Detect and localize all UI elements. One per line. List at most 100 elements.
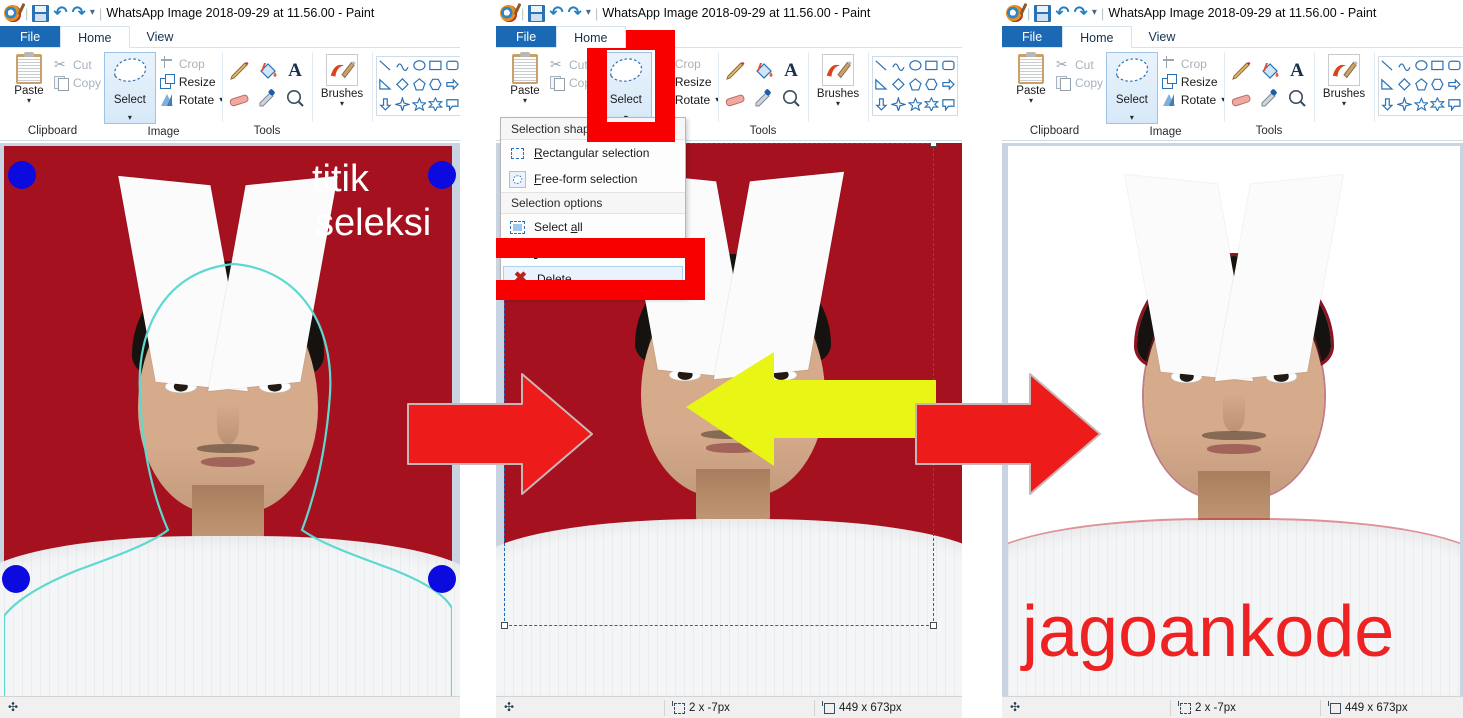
chevron-down-icon[interactable]: ▾ bbox=[27, 97, 31, 105]
right-arrow-shape[interactable] bbox=[940, 76, 957, 95]
diamond-shape[interactable] bbox=[890, 76, 907, 95]
chevron-down-icon[interactable]: ▾ bbox=[1130, 114, 1134, 122]
chevron-down-icon[interactable]: ▾ bbox=[1092, 5, 1097, 21]
tab-home[interactable]: Home bbox=[60, 26, 130, 48]
fill-with-color-icon[interactable] bbox=[254, 58, 280, 84]
triangle-shape[interactable] bbox=[377, 76, 394, 95]
menu-item-free-form-selection[interactable]: Free-form selection bbox=[501, 166, 685, 192]
rectangle-shape[interactable] bbox=[923, 57, 940, 76]
curve-shape[interactable] bbox=[890, 57, 907, 76]
selection-point-marker[interactable] bbox=[428, 565, 456, 593]
selection-point-marker[interactable] bbox=[428, 161, 456, 189]
cut-button[interactable]: ✂ Cut bbox=[1056, 57, 1103, 72]
pentagon-shape[interactable] bbox=[1413, 76, 1430, 95]
cut-button[interactable]: ✂ Cut bbox=[54, 57, 101, 72]
selection-point-marker[interactable] bbox=[2, 565, 30, 593]
tab-home[interactable]: Home bbox=[556, 26, 626, 48]
brushes-button[interactable]: Brushes ▾ bbox=[1318, 52, 1370, 108]
text-icon[interactable]: A bbox=[282, 58, 308, 84]
rectangle-shape[interactable] bbox=[1429, 57, 1446, 76]
right-arrow-shape[interactable] bbox=[444, 76, 460, 95]
eraser-icon[interactable] bbox=[1228, 86, 1254, 112]
triangle-shape[interactable] bbox=[1379, 76, 1396, 95]
undo-icon[interactable]: ↶ bbox=[549, 5, 563, 22]
callout-shape[interactable] bbox=[940, 96, 957, 115]
curve-shape[interactable] bbox=[1396, 57, 1413, 76]
line-shape[interactable] bbox=[873, 57, 890, 76]
fill-with-color-icon[interactable] bbox=[750, 58, 776, 84]
diamond-shape[interactable] bbox=[394, 76, 411, 95]
down-arrow-shape[interactable] bbox=[873, 96, 890, 115]
rotate-button[interactable]: Rotate ▾ bbox=[160, 92, 223, 107]
eraser-icon[interactable] bbox=[722, 86, 748, 112]
oval-shape[interactable] bbox=[1413, 57, 1430, 76]
magnifier-icon[interactable] bbox=[1284, 86, 1310, 112]
text-icon[interactable]: A bbox=[778, 58, 804, 84]
selection-handle[interactable] bbox=[930, 143, 937, 147]
tab-view[interactable]: View bbox=[130, 26, 191, 48]
tab-home[interactable]: Home bbox=[1062, 26, 1132, 48]
four-point-star-shape[interactable] bbox=[1396, 96, 1413, 115]
fill-with-color-icon[interactable] bbox=[1256, 58, 1282, 84]
select-button[interactable]: Select ▾ bbox=[1105, 52, 1158, 124]
hexagon-shape[interactable] bbox=[427, 76, 444, 95]
redo-icon[interactable]: ↷ bbox=[568, 5, 582, 22]
pencil-icon[interactable] bbox=[1228, 58, 1254, 84]
select-button[interactable]: Select ▾ bbox=[103, 52, 156, 124]
right-arrow-shape[interactable] bbox=[1446, 76, 1463, 95]
chevron-down-icon[interactable]: ▾ bbox=[128, 114, 132, 122]
color-picker-icon[interactable] bbox=[750, 86, 776, 112]
paste-button[interactable]: Paste ▾ bbox=[4, 52, 54, 105]
curve-shape[interactable] bbox=[394, 57, 411, 76]
rectangle-shape[interactable] bbox=[427, 57, 444, 76]
pencil-icon[interactable] bbox=[226, 58, 252, 84]
chevron-down-icon[interactable]: ▾ bbox=[90, 5, 95, 21]
paste-button[interactable]: Paste ▾ bbox=[1006, 52, 1056, 105]
tab-file[interactable]: File bbox=[0, 26, 61, 48]
diamond-shape[interactable] bbox=[1396, 76, 1413, 95]
brushes-button[interactable]: Brushes ▾ bbox=[812, 52, 864, 108]
save-icon[interactable] bbox=[1034, 4, 1052, 22]
text-icon[interactable]: A bbox=[1284, 58, 1310, 84]
pencil-icon[interactable] bbox=[722, 58, 748, 84]
six-point-star-shape[interactable] bbox=[923, 96, 940, 115]
tab-file[interactable]: File bbox=[496, 26, 557, 48]
five-point-star-shape[interactable] bbox=[1413, 96, 1430, 115]
color-picker-icon[interactable] bbox=[1256, 86, 1282, 112]
four-point-star-shape[interactable] bbox=[394, 96, 411, 115]
down-arrow-shape[interactable] bbox=[1379, 96, 1396, 115]
redo-icon[interactable]: ↷ bbox=[72, 5, 86, 22]
six-point-star-shape[interactable] bbox=[427, 96, 444, 115]
shapes-gallery[interactable] bbox=[1378, 56, 1463, 116]
eraser-icon[interactable] bbox=[226, 86, 252, 112]
resize-button[interactable]: Resize bbox=[159, 74, 223, 89]
magnifier-icon[interactable] bbox=[282, 86, 308, 112]
pentagon-shape[interactable] bbox=[907, 76, 924, 95]
tab-file[interactable]: File bbox=[1002, 26, 1063, 48]
shapes-gallery[interactable] bbox=[872, 56, 959, 116]
brushes-button[interactable]: Brushes ▾ bbox=[316, 52, 368, 108]
paste-button[interactable]: Paste ▾ bbox=[500, 52, 550, 105]
chevron-down-icon[interactable]: ▾ bbox=[340, 100, 344, 108]
line-shape[interactable] bbox=[377, 57, 394, 76]
callout-shape[interactable] bbox=[444, 96, 460, 115]
hexagon-shape[interactable] bbox=[1429, 76, 1446, 95]
line-shape[interactable] bbox=[1379, 57, 1396, 76]
pentagon-shape[interactable] bbox=[411, 76, 428, 95]
four-point-star-shape[interactable] bbox=[890, 96, 907, 115]
undo-icon[interactable]: ↶ bbox=[53, 5, 67, 22]
copy-button[interactable]: Copy bbox=[54, 75, 101, 91]
chevron-down-icon[interactable]: ▾ bbox=[836, 100, 840, 108]
menu-item-select-all[interactable]: Select all bbox=[501, 214, 685, 240]
chevron-down-icon[interactable]: ▾ bbox=[586, 5, 591, 21]
oval-shape[interactable] bbox=[411, 57, 428, 76]
triangle-shape[interactable] bbox=[873, 76, 890, 95]
selection-handle[interactable] bbox=[930, 622, 937, 629]
five-point-star-shape[interactable] bbox=[907, 96, 924, 115]
callout-shape[interactable] bbox=[1446, 96, 1463, 115]
chevron-down-icon[interactable]: ▾ bbox=[1029, 97, 1033, 105]
undo-icon[interactable]: ↶ bbox=[1055, 5, 1069, 22]
five-point-star-shape[interactable] bbox=[411, 96, 428, 115]
menu-item-rectangular-selection[interactable]: Rectangular selection bbox=[501, 140, 685, 166]
crop-button[interactable]: Crop bbox=[1162, 56, 1225, 71]
